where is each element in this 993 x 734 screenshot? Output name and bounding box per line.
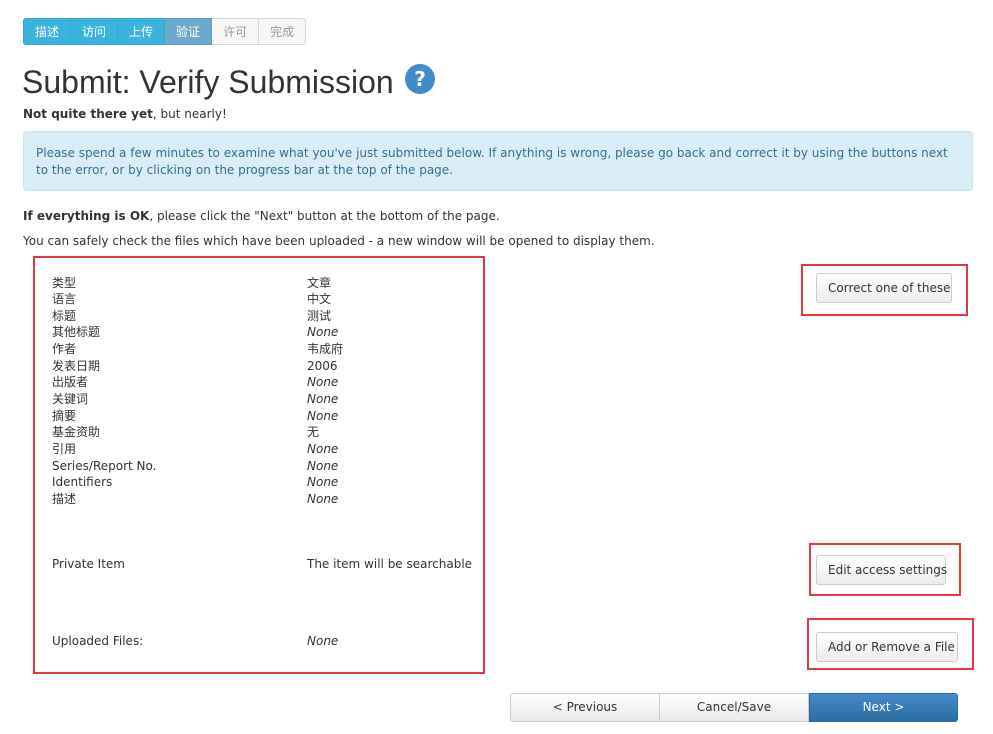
- progress-step-upload[interactable]: 上传: [118, 18, 166, 45]
- metadata-label: 摘要: [52, 409, 77, 423]
- progress-step-access[interactable]: 访问: [71, 18, 119, 45]
- metadata-value: None: [307, 409, 339, 423]
- metadata-label: 出版者: [52, 375, 89, 389]
- ok-instruction: If everything is OK, please click the "N…: [23, 209, 500, 223]
- add-remove-file-button[interactable]: Add or Remove a File: [816, 632, 958, 662]
- metadata-value: 2006: [307, 359, 338, 373]
- metadata-value: None: [307, 475, 339, 489]
- files-label: Uploaded Files:: [52, 634, 144, 648]
- metadata-label: 描述: [52, 492, 77, 506]
- wizard-navigation: < Previous Cancel/Save Next >: [510, 693, 958, 722]
- metadata-value: None: [307, 375, 339, 389]
- metadata-label: 标题: [52, 309, 77, 323]
- metadata-label: 基金资助: [52, 425, 101, 439]
- metadata-label: 作者: [52, 342, 77, 356]
- metadata-label: 关键词: [52, 392, 89, 406]
- question-circle-icon[interactable]: ?: [405, 64, 435, 94]
- files-note: You can safely check the files which hav…: [23, 234, 655, 248]
- metadata-value: 韦成府: [307, 342, 344, 356]
- progress-step-verify[interactable]: 验证: [165, 18, 213, 45]
- previous-button[interactable]: < Previous: [510, 693, 660, 722]
- ok-instruction-bold: If everything is OK: [23, 209, 150, 223]
- metadata-value: 测试: [307, 309, 332, 323]
- metadata-value: None: [307, 392, 339, 406]
- metadata-label: Identifiers: [52, 475, 113, 489]
- files-value: None: [307, 634, 339, 648]
- metadata-label: 类型: [52, 276, 77, 290]
- status-subtitle-rest: , but nearly!: [152, 107, 227, 121]
- metadata-label: Series/Report No.: [52, 459, 157, 473]
- correct-button[interactable]: Correct one of these: [816, 273, 952, 303]
- metadata-value: 文章: [307, 276, 332, 290]
- metadata-value: 中文: [307, 292, 332, 306]
- metadata-value: 无: [307, 425, 320, 439]
- page-title: Submit: Verify Submission: [22, 64, 394, 100]
- progress-step-complete: 完成: [259, 18, 307, 45]
- metadata-value: None: [307, 459, 339, 473]
- progress-bar: 描述 访问 上传 验证 许可 完成: [23, 18, 307, 45]
- progress-step-license: 许可: [212, 18, 260, 45]
- cancel-save-button[interactable]: Cancel/Save: [660, 693, 809, 722]
- metadata-label: 其他标题: [52, 325, 101, 339]
- submission-review-box: 类型 文章 语言 中文 标题 测试 其他标题 None 作者 韦成府 发表日期 2006 出…: [33, 256, 485, 674]
- metadata-label: 引用: [52, 442, 77, 456]
- metadata-value: None: [307, 492, 339, 506]
- edit-access-button[interactable]: Edit access settings: [816, 555, 947, 585]
- ok-instruction-rest: , please click the "Next" button at the …: [149, 209, 500, 223]
- metadata-label: 发表日期: [52, 359, 101, 373]
- access-label: Private Item: [52, 557, 125, 571]
- status-subtitle: Not quite there yet, but nearly!: [23, 107, 227, 121]
- metadata-value: None: [307, 325, 339, 339]
- access-value: The item will be searchable: [307, 557, 473, 571]
- info-alert: Please spend a few minutes to examine wh…: [23, 131, 973, 191]
- metadata-value: None: [307, 442, 339, 456]
- metadata-label: 语言: [52, 292, 77, 306]
- status-subtitle-bold: Not quite there yet: [23, 107, 153, 121]
- progress-step-describe[interactable]: 描述: [23, 18, 72, 45]
- next-button[interactable]: Next >: [809, 693, 958, 722]
